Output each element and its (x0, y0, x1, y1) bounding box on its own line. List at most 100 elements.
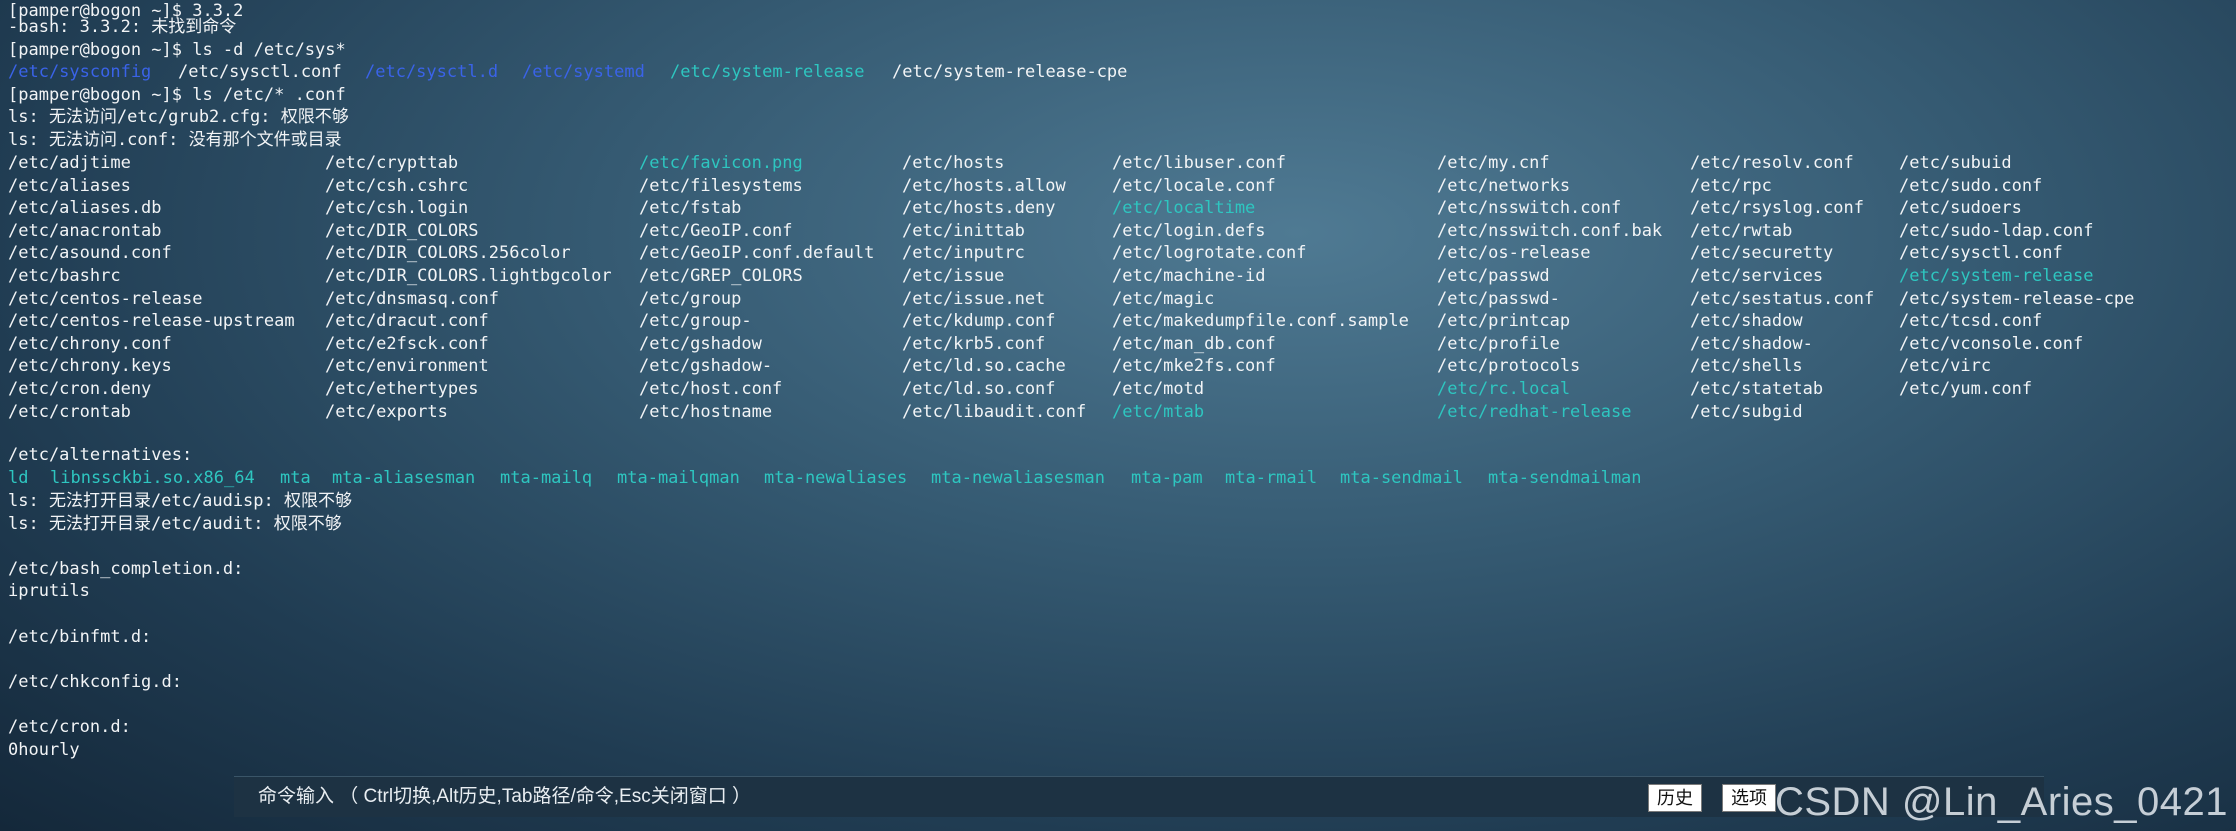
file-entry: /etc/ld.so.cache (902, 356, 1066, 376)
options-button[interactable]: 选项 (1722, 784, 1776, 812)
file-entry: /etc/magic (1112, 289, 1215, 309)
file-entry: /etc/login.defs (1112, 221, 1266, 241)
file-entry: /etc/hosts (902, 153, 1005, 173)
file-entry: /etc/GeoIP.conf (639, 221, 793, 241)
terminal-line: [pamper@bogon ~]$ ls -d /etc/sys* (8, 40, 346, 60)
file-entry: /etc/mtab (1112, 402, 1205, 422)
file-entry: /etc/sysctl.d (365, 62, 499, 82)
file-entry: /etc/asound.conf (8, 243, 172, 263)
file-entry: /etc/hosts.allow (902, 176, 1066, 196)
terminal-line: -bash: 3.3.2: 未找到命令 (8, 17, 237, 37)
file-entry: /etc/host.conf (639, 379, 783, 399)
file-entry: /etc/passwd (1437, 266, 1550, 286)
file-entry: /etc/krb5.conf (902, 334, 1046, 354)
file-entry: /etc/dnsmasq.conf (325, 289, 499, 309)
file-entry: /etc/libaudit.conf (902, 402, 1087, 422)
terminal-line: ls: 无法访问.conf: 没有那个文件或目录 (8, 130, 342, 150)
file-entry: /etc/environment (325, 356, 489, 376)
terminal-line: /etc/cron.d: (8, 717, 131, 737)
file-entry: /etc/locale.conf (1112, 176, 1276, 196)
file-entry: /etc/gshadow (639, 334, 762, 354)
history-button[interactable]: 历史 (1648, 784, 1702, 812)
file-entry: /etc/system-release (1899, 266, 2094, 286)
file-entry: /etc/motd (1112, 379, 1205, 399)
file-entry: /etc/chrony.keys (8, 356, 172, 376)
file-entry: /etc/gshadow- (639, 356, 773, 376)
file-entry: /etc/subgid (1690, 402, 1803, 422)
file-entry: /etc/system-release-cpe (1899, 289, 2135, 309)
terminal-line: [pamper@bogon ~]$ ls /etc/* .conf (8, 85, 346, 105)
file-entry: /etc/logrotate.conf (1112, 243, 1307, 263)
file-entry: /etc/shells (1690, 356, 1803, 376)
file-entry: /etc/networks (1437, 176, 1571, 196)
file-entry: /etc/DIR_COLORS.256color (325, 243, 571, 263)
file-entry: /etc/bashrc (8, 266, 121, 286)
file-entry: /etc/crontab (8, 402, 131, 422)
file-entry: /etc/kdump.conf (902, 311, 1056, 331)
file-entry: /etc/printcap (1437, 311, 1571, 331)
file-entry: /etc/DIR_COLORS.lightbgcolor (325, 266, 612, 286)
file-entry: /etc/aliases.db (8, 198, 162, 218)
file-entry: /etc/hostname (639, 402, 773, 422)
terminal-line: 0hourly (8, 740, 80, 760)
terminal-output[interactable]: [pamper@bogon ~]$ 3.3.2 -bash: 3.3.2: 未找… (0, 0, 2236, 770)
file-entry: /etc/centos-release-upstream (8, 311, 295, 331)
file-entry: /etc/tcsd.conf (1899, 311, 2043, 331)
file-entry: /etc/libuser.conf (1112, 153, 1286, 173)
file-entry: /etc/mke2fs.conf (1112, 356, 1276, 376)
file-entry: /etc/csh.login (325, 198, 469, 218)
file-entry: /etc/makedumpfile.conf.sample (1112, 311, 1409, 331)
terminal-line: ls: 无法打开目录/etc/audit: 权限不够 (8, 514, 342, 534)
command-input-bar[interactable]: 命令输入 （ Ctrl切换,Alt历史,Tab路径/命令,Esc关闭窗口 ） 历… (234, 776, 2044, 817)
file-entry: /etc/issue.net (902, 289, 1046, 309)
file-entry: /etc/sestatus.conf (1690, 289, 1875, 309)
file-entry: /etc/system-release (670, 62, 865, 82)
file-entry: /etc/chrony.conf (8, 334, 172, 354)
file-entry: /etc/subuid (1899, 153, 2012, 173)
file-entry: /etc/protocols (1437, 356, 1581, 376)
file-entry: /etc/virc (1899, 356, 1992, 376)
file-entry: ld (8, 468, 29, 488)
file-entry: /etc/yum.conf (1899, 379, 2033, 399)
file-entry: /etc/GREP_COLORS (639, 266, 803, 286)
file-entry: /etc/statetab (1690, 379, 1824, 399)
file-entry: /etc/inittab (902, 221, 1025, 241)
file-entry: /etc/centos-release (8, 289, 203, 309)
file-entry: /etc/aliases (8, 176, 131, 196)
file-entry: mta-rmail (1225, 468, 1318, 488)
file-entry: mta (280, 468, 311, 488)
file-entry: /etc/group (639, 289, 742, 309)
file-entry: /etc/exports (325, 402, 448, 422)
file-entry: /etc/sysctl.conf (1899, 243, 2063, 263)
file-entry: /etc/group- (639, 311, 752, 331)
file-entry: /etc/shadow- (1690, 334, 1813, 354)
file-entry: /etc/sudoers (1899, 198, 2022, 218)
file-entry: /etc/shadow (1690, 311, 1803, 331)
file-entry: /etc/nsswitch.conf (1437, 198, 1622, 218)
file-entry: /etc/my.cnf (1437, 153, 1550, 173)
terminal-line: /etc/bash_completion.d: (8, 559, 244, 579)
file-entry: /etc/machine-id (1112, 266, 1266, 286)
file-entry: /etc/ethertypes (325, 379, 479, 399)
file-entry: /etc/dracut.conf (325, 311, 489, 331)
terminal-line: ls: 无法访问/etc/grub2.cfg: 权限不够 (8, 107, 349, 127)
file-entry: /etc/rpc (1690, 176, 1772, 196)
file-entry: /etc/redhat-release (1437, 402, 1632, 422)
file-entry: /etc/sudo-ldap.conf (1899, 221, 2094, 241)
file-entry: /etc/filesystems (639, 176, 803, 196)
terminal-line: /etc/chkconfig.d: (8, 672, 182, 692)
file-entry: /etc/rwtab (1690, 221, 1793, 241)
file-entry: /etc/resolv.conf (1690, 153, 1854, 173)
csdn-watermark: CSDN @Lin_Aries_0421 (1774, 780, 2228, 824)
file-entry: mta-newaliases (764, 468, 908, 488)
terminal-line: iprutils (8, 581, 90, 601)
file-entry: /etc/ld.so.conf (902, 379, 1056, 399)
file-entry: /etc/sysctl.conf (178, 62, 342, 82)
file-entry: /etc/sysconfig (8, 62, 152, 82)
file-entry: mta-mailqman (617, 468, 740, 488)
alternatives-header: /etc/alternatives: (8, 445, 193, 465)
file-entry: /etc/localtime (1112, 198, 1256, 218)
file-entry: /etc/sudo.conf (1899, 176, 2043, 196)
file-entry: /etc/csh.cshrc (325, 176, 469, 196)
file-entry: /etc/systemd (522, 62, 645, 82)
